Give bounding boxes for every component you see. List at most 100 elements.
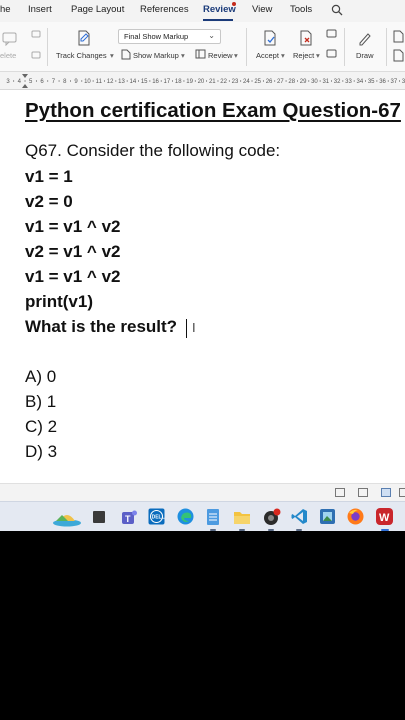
web-layout-icon[interactable]: [358, 488, 368, 497]
cloud-app-icon[interactable]: [52, 507, 82, 527]
svg-text:W: W: [379, 512, 390, 524]
notification-dot: [232, 2, 236, 6]
accept-label[interactable]: Accept: [256, 51, 279, 60]
letterbox-area: [0, 531, 405, 720]
tab-references[interactable]: References: [140, 4, 189, 15]
ruler-number: 34: [357, 79, 364, 85]
answer-option: B) 1: [25, 392, 57, 411]
chevron-down-icon: ⌄: [208, 31, 215, 40]
accept-change-icon[interactable]: [262, 30, 278, 47]
tab-view[interactable]: View: [252, 4, 272, 15]
code-line: v1 = v1 ^ v2: [25, 217, 121, 236]
tab-review[interactable]: Review: [203, 4, 236, 15]
file-explorer-icon[interactable]: [233, 509, 251, 526]
document-title: Python certification Exam Question-67: [25, 99, 401, 122]
read-mode-icon[interactable]: [335, 488, 345, 497]
ruler-number: 37: [391, 79, 398, 85]
svg-text:T: T: [125, 514, 131, 524]
svg-text:DELL: DELL: [152, 515, 165, 521]
ruler-scale: 3 4 5 6 7 8 9 10 11 12 13 14 15 16 17 18 19 20 21 22 23 24 25 2…: [6, 74, 405, 88]
ribbon-separator: [344, 28, 345, 66]
code-line: v2 = 0: [25, 192, 73, 211]
ribbon-separator: [386, 28, 387, 66]
show-markup-label[interactable]: Show Markup: [133, 51, 179, 60]
track-changes-label[interactable]: Track Changes: [56, 51, 107, 60]
ruler-number: 6: [40, 79, 44, 85]
horizontal-ruler[interactable]: 3 4 5 6 7 8 9 10 11 12 13 14 15 16 17 18 19 20 21 22 23 24 25 2…: [0, 72, 405, 90]
text-caret: [186, 319, 187, 338]
tab-insert[interactable]: Insert: [28, 4, 52, 15]
question-prompt: What is the result?: [25, 317, 178, 336]
answer-option: A) 0: [25, 367, 57, 386]
vscode-icon[interactable]: [291, 508, 308, 525]
code-line: v1 = v1 ^ v2: [25, 267, 121, 286]
next-comment-icon[interactable]: [31, 51, 41, 61]
ribbon-separator: [246, 28, 247, 66]
wps-office-icon[interactable]: W: [375, 507, 394, 526]
delete-comment-icon[interactable]: [2, 32, 18, 46]
teams-icon[interactable]: T: [121, 509, 138, 526]
ruler-number: 11: [96, 79, 103, 85]
ruler-number: 31: [322, 79, 329, 85]
restrict-editing-icon[interactable]: [392, 49, 404, 62]
tab-home[interactable]: he: [0, 4, 11, 15]
edge-icon[interactable]: [177, 508, 194, 525]
ruler-number: 9: [74, 79, 78, 85]
show-markup-icon[interactable]: [121, 49, 131, 60]
ruler-number: 17: [164, 79, 171, 85]
ruler-number: 13: [118, 79, 125, 85]
question-text: Q67. Consider the following code:: [25, 141, 281, 160]
ruler-number: 23: [232, 79, 239, 85]
tab-page-layout[interactable]: Page Layout: [71, 4, 124, 15]
ruler-number: 24: [243, 79, 250, 85]
ruler-number: 21: [209, 79, 216, 85]
protect-document-icon[interactable]: [392, 30, 404, 43]
answer-option: C) 2: [25, 417, 58, 436]
reviewing-pane-icon[interactable]: [195, 49, 206, 59]
print-layout-icon[interactable]: [381, 488, 391, 497]
dell-icon[interactable]: DELL: [148, 508, 165, 525]
reject-label[interactable]: Reject: [293, 51, 314, 60]
next-change-icon[interactable]: [326, 49, 338, 60]
ruler-number: 14: [130, 79, 137, 85]
ruler-number: 5: [29, 79, 33, 85]
outline-view-icon[interactable]: [399, 488, 405, 497]
chevron-down-icon[interactable]: ▾: [316, 51, 320, 60]
photo-app-icon[interactable]: [319, 508, 336, 525]
track-changes-icon[interactable]: [76, 30, 92, 47]
ruler-number: 27: [277, 79, 284, 85]
ruler-number: 3: [6, 79, 10, 85]
ruler-number: 20: [198, 79, 205, 85]
ruler-number: 4: [18, 79, 22, 85]
document-page[interactable]: Python certification Exam Question-67 Q6…: [0, 90, 405, 483]
previous-change-icon[interactable]: [326, 29, 338, 40]
ruler-number: 35: [368, 79, 375, 85]
tab-tools[interactable]: Tools: [290, 4, 312, 15]
previous-comment-icon[interactable]: [31, 30, 41, 40]
chevron-down-icon[interactable]: ▾: [110, 51, 114, 60]
draw-label[interactable]: Draw: [356, 51, 374, 60]
ruler-number: 7: [52, 79, 56, 85]
camera-app-icon[interactable]: [262, 508, 282, 526]
active-tab-indicator: [203, 19, 233, 21]
search-icon[interactable]: [331, 4, 343, 16]
reviewing-pane-label[interactable]: Review: [208, 51, 233, 60]
firefox-icon[interactable]: [347, 508, 364, 525]
chevron-down-icon[interactable]: ▾: [234, 51, 238, 60]
reject-change-icon[interactable]: [298, 30, 314, 47]
display-for-review-select[interactable]: Final Show Markup ⌄: [118, 29, 221, 44]
ruler-number: 12: [107, 79, 114, 85]
pen-icon[interactable]: [357, 30, 373, 47]
ribbon-tab-bar: he Insert Page Layout References Review …: [0, 0, 405, 22]
ruler-number: 16: [152, 79, 159, 85]
chevron-down-icon[interactable]: ▾: [281, 51, 285, 60]
chevron-down-icon[interactable]: ▾: [181, 51, 185, 60]
ruler-number: 19: [186, 79, 193, 85]
dark-app-icon[interactable]: [93, 511, 105, 523]
ruler-number: 36: [379, 79, 386, 85]
notepad-icon[interactable]: [206, 507, 220, 526]
ibeam-cursor-icon: I: [192, 320, 196, 335]
ruler-number: 26: [266, 79, 273, 85]
delete-label[interactable]: elete: [0, 51, 16, 60]
code-line: v2 = v1 ^ v2: [25, 242, 121, 261]
